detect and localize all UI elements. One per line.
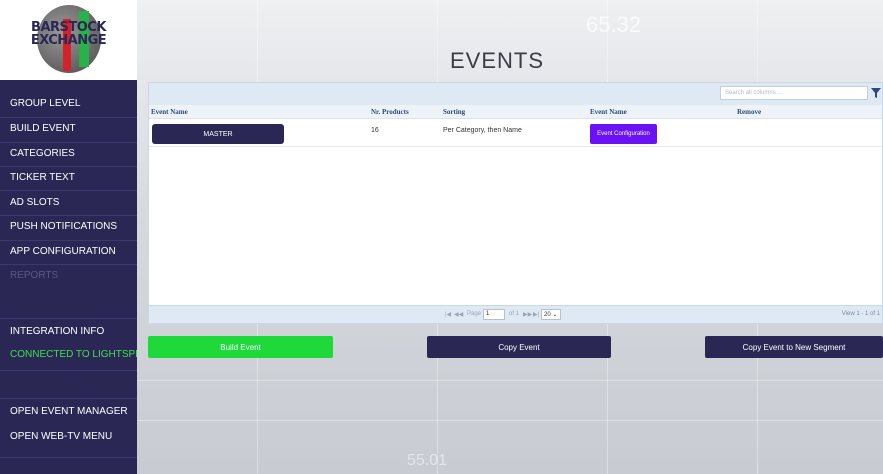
logo-text-line2: EXCHANGE <box>30 33 107 48</box>
sidebar-item-ticker-text[interactable]: TICKER TEXT <box>10 172 75 183</box>
column-header-nr-products[interactable]: Nr. Products <box>371 108 409 116</box>
sidebar-item-reports: REPORTS <box>10 270 59 281</box>
event-configuration-button[interactable]: Event Configuration <box>590 124 657 144</box>
sidebar-item-integration-info[interactable]: INTEGRATION INFO <box>10 326 104 337</box>
sidebar-item-open-webtv-menu[interactable]: OPEN WEB-TV MENU <box>10 431 112 442</box>
chevron-down-icon: ⌄ <box>552 312 558 318</box>
sidebar-divider <box>0 215 137 216</box>
logo-area: BARSTOCK EXCHANGE <box>0 0 137 80</box>
sidebar-divider <box>0 370 137 371</box>
page-label: Page <box>467 311 482 317</box>
background-ticker-number: 65.32 <box>586 12 642 37</box>
next-page-icon[interactable]: ▶▶ <box>523 311 532 318</box>
sorting-cell: Per Category, then Name <box>443 127 522 134</box>
page-size-value: 20 <box>544 312 551 318</box>
search-input[interactable]: Search all columns ... <box>720 86 868 100</box>
column-header-event-config[interactable]: Event Name <box>590 108 627 116</box>
records-view-info: View 1 - 1 of 1 <box>841 311 880 317</box>
background-ticker-number: 55.01 <box>407 452 448 469</box>
sidebar-item-open-event-manager[interactable]: OPEN EVENT MANAGER <box>10 406 128 417</box>
events-grid: Search all columns ... Event Name Nr. Pr… <box>148 82 883 324</box>
sidebar-item-categories[interactable]: CATEGORIES <box>10 148 75 159</box>
build-event-button[interactable]: Build Event <box>148 336 333 358</box>
sidebar-item-build-event[interactable]: BUILD EVENT <box>10 123 76 134</box>
sidebar: BARSTOCK EXCHANGE GROUP LEVEL BUILD EVENT… <box>0 0 156 474</box>
sidebar-item-group-level[interactable]: GROUP LEVEL <box>10 98 80 109</box>
page-size-select[interactable]: 20 ⌄ <box>541 309 561 320</box>
first-page-icon[interactable]: |◀ <box>445 311 451 318</box>
column-header-remove[interactable]: Remove <box>737 108 761 116</box>
page-title: EVENTS <box>450 48 545 73</box>
sidebar-divider <box>0 142 137 143</box>
column-header-sorting[interactable]: Sorting <box>443 108 465 116</box>
sidebar-item-ad-slots[interactable]: AD SLOTS <box>10 197 59 208</box>
sidebar-divider <box>0 117 137 118</box>
table-header: Event Name Nr. Products Sorting Event Na… <box>149 105 882 119</box>
grid-toolbar: Search all columns ... <box>149 83 882 105</box>
sidebar-divider <box>0 240 137 241</box>
page-number-input[interactable]: 1 <box>483 309 505 320</box>
copy-event-button[interactable]: Copy Event <box>427 336 611 358</box>
sidebar-divider <box>0 398 137 399</box>
table-row: MASTER 16 Per Category, then Name Event … <box>149 119 882 147</box>
column-header-event-name[interactable]: Event Name <box>151 108 188 116</box>
connection-status: CONNECTED TO LIGHTSPEED <box>10 349 156 360</box>
last-page-icon[interactable]: ▶| <box>533 311 539 318</box>
prev-page-icon[interactable]: ◀◀ <box>454 311 463 318</box>
sidebar-item-push-notifications[interactable]: PUSH NOTIFICATIONS <box>10 221 117 232</box>
page-count-label: of 1 <box>509 311 520 317</box>
sidebar-divider <box>0 264 137 265</box>
sidebar-item-app-configuration[interactable]: APP CONFIGURATION <box>10 246 116 257</box>
sidebar-divider <box>0 318 137 319</box>
sidebar-divider <box>0 166 137 167</box>
nr-products-cell: 16 <box>371 127 379 134</box>
sidebar-divider <box>0 457 137 458</box>
filter-icon[interactable] <box>870 86 882 100</box>
copy-event-new-segment-button[interactable]: Copy Event to New Segment <box>705 336 883 358</box>
grid-pager: |◀ ◀◀ Page 1 of 1 ▶▶ ▶| 20 ⌄ View 1 - 1 … <box>149 305 882 323</box>
event-master-button[interactable]: MASTER <box>152 124 284 144</box>
barstock-logo[interactable]: BARSTOCK EXCHANGE <box>31 5 107 75</box>
sidebar-divider <box>0 190 137 191</box>
